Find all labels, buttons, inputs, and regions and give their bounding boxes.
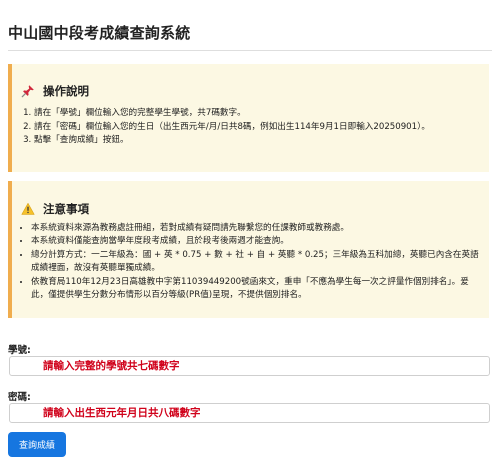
- page-title: 中山國中段考成績查詢系統: [8, 24, 191, 42]
- note-item: 總分計算方式：一二年級為：國 + 英 * 0.75 + 數 + 社 + 自 + …: [31, 249, 486, 276]
- query-grades-button[interactable]: 查詢成績: [8, 432, 66, 457]
- student-id-label: 學號:: [8, 345, 31, 356]
- notes-list: 本系統資料來源為教務處註冊組，若對成績有疑問請先聯繫您的任課教師或教務處。 本系…: [17, 222, 486, 302]
- note-item: 本系統資料僅能查詢當學年度段考成績，且於段考後兩週才能查詢。: [31, 235, 486, 248]
- notes-panel: 注意事項 本系統資料來源為教務處註冊組，若對成績有疑問請先聯繫您的任課教師或教務…: [8, 181, 489, 318]
- password-input[interactable]: [9, 403, 490, 423]
- instructions-steps: 請在「學號」欄位輸入您的完整學生學號，共7碼數字。 請在「密碼」欄位輸入您的生日…: [17, 107, 430, 148]
- student-id-input[interactable]: [9, 356, 490, 376]
- instructions-panel: 操作說明 請在「學號」欄位輸入您的完整學生學號，共7碼數字。 請在「密碼」欄位輸…: [8, 64, 489, 172]
- notes-heading: 注意事項: [43, 202, 89, 216]
- instructions-heading: 操作說明: [43, 84, 89, 98]
- password-label: 密碼:: [8, 392, 31, 403]
- note-item: 依教育局110年12月23日高雄教中字第11039449200號函來文，重申「不…: [31, 276, 486, 303]
- warning-icon: [21, 202, 35, 216]
- instruction-step: 點擊「查詢成績」按鈕。: [34, 134, 430, 148]
- instructions-header: 操作說明: [21, 83, 89, 99]
- notes-header: 注意事項: [21, 201, 89, 217]
- pushpin-icon: [21, 84, 35, 98]
- title-divider: [8, 50, 492, 51]
- note-item: 本系統資料來源為教務處註冊組，若對成績有疑問請先聯繫您的任課教師或教務處。: [31, 222, 486, 235]
- instruction-step: 請在「學號」欄位輸入您的完整學生學號，共7碼數字。: [34, 107, 430, 121]
- instruction-step: 請在「密碼」欄位輸入您的生日（出生西元年/月/日共8碼，例如出生114年9月1日…: [34, 121, 430, 135]
